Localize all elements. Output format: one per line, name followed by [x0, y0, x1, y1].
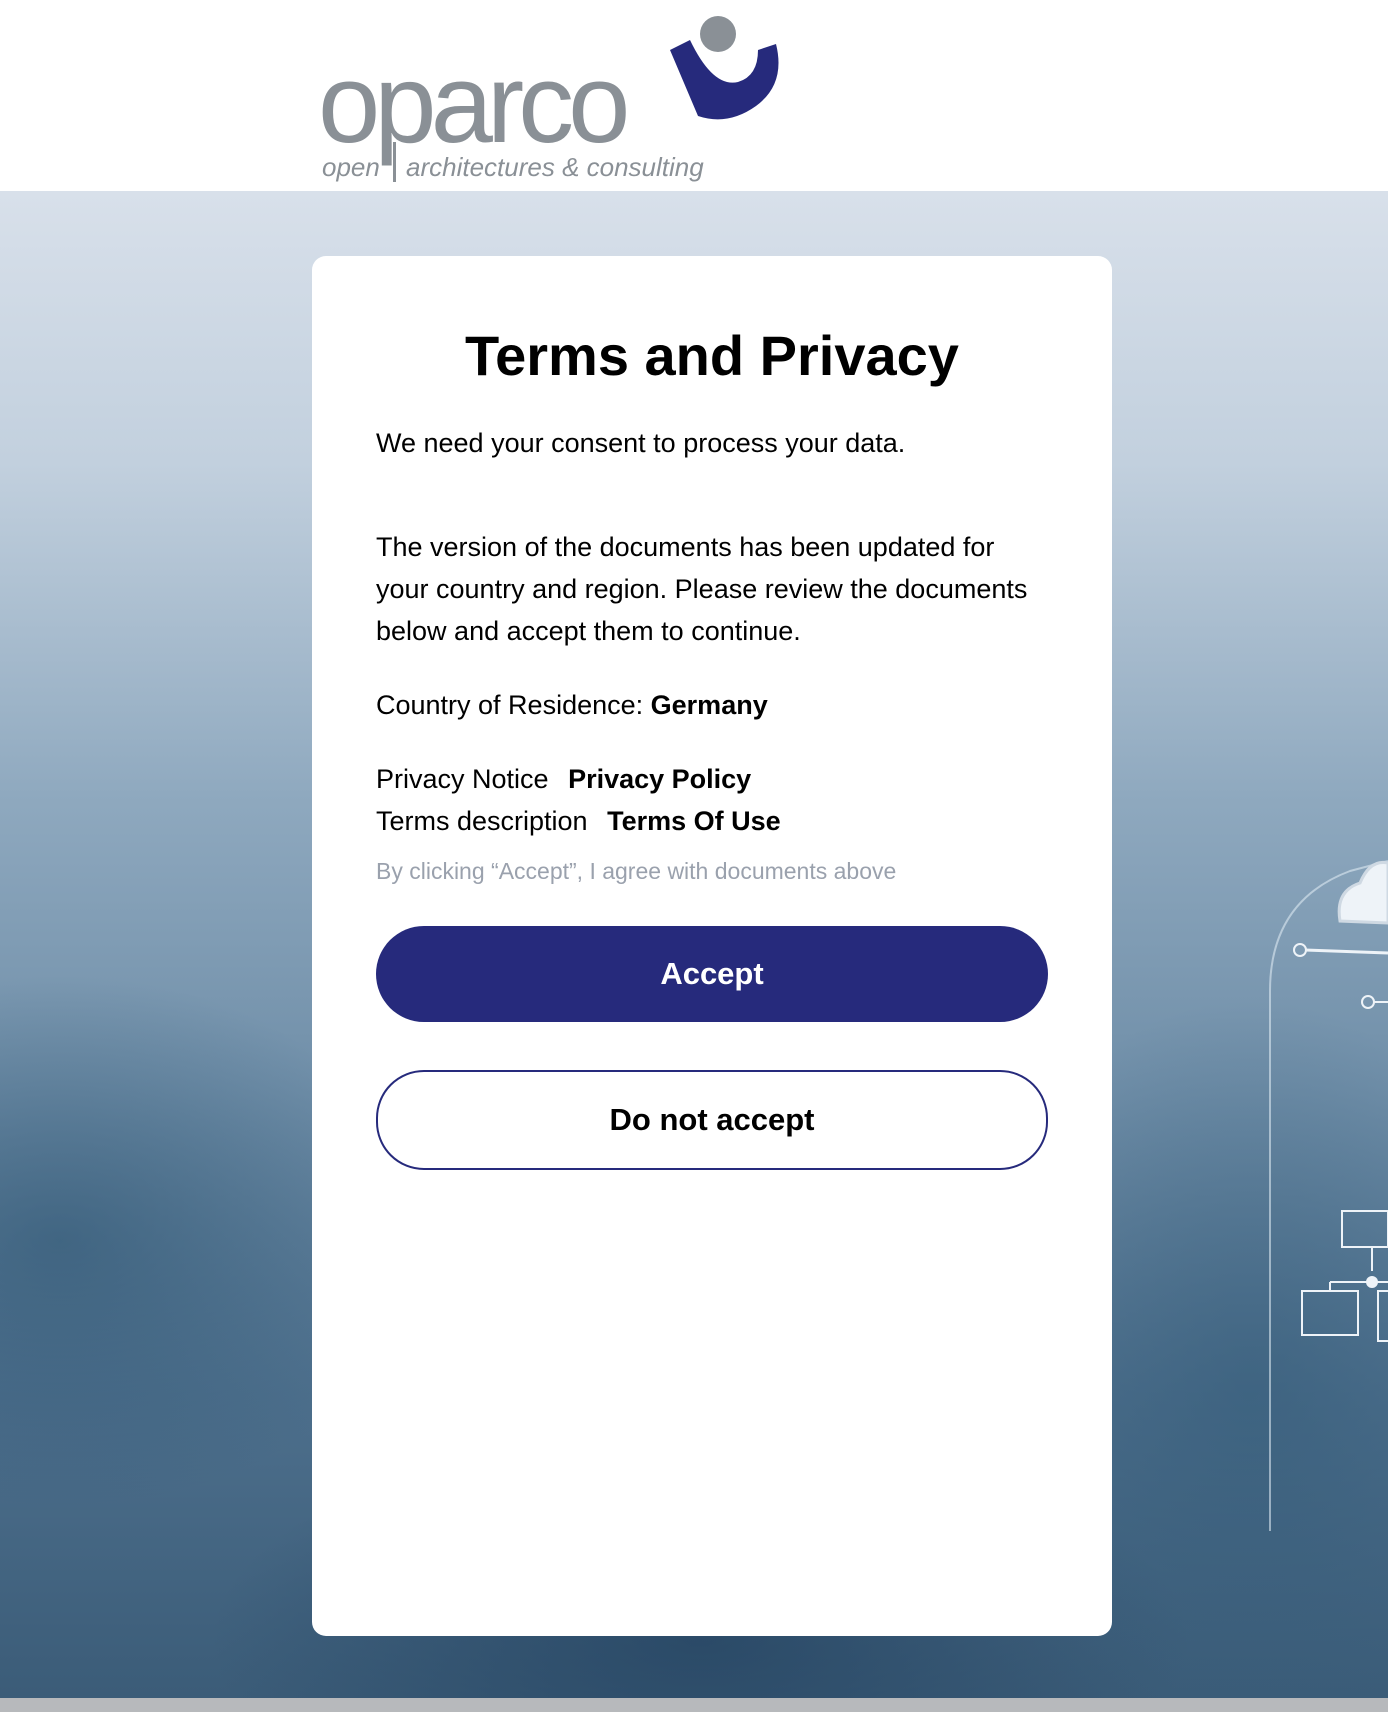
country-value: Germany: [650, 690, 768, 720]
document-row-terms: Terms description Terms Of Use: [376, 800, 1048, 842]
logo-wordmark: oparco: [318, 41, 626, 166]
document-row-privacy: Privacy Notice Privacy Policy: [376, 758, 1048, 800]
terms-description-label: Terms description: [376, 806, 588, 836]
dialog-body: We need your consent to process your dat…: [376, 422, 1048, 888]
version-notice-text: The version of the documents has been up…: [376, 532, 1028, 646]
privacy-policy-link[interactable]: Privacy Policy: [568, 764, 751, 794]
agreement-note: By clicking “Accept”, I agree with docum…: [376, 858, 897, 884]
terms-of-use-link[interactable]: Terms Of Use: [607, 806, 781, 836]
consent-dialog: Terms and Privacy We need your consent t…: [312, 256, 1112, 1636]
page-footer-bar: [0, 1698, 1388, 1712]
privacy-notice-label: Privacy Notice: [376, 764, 549, 794]
oparco-logo: oparco open architectures & consulting: [318, 10, 788, 185]
consent-intro-text: We need your consent to process your dat…: [376, 428, 906, 458]
oparco-logo-graphic: oparco open architectures & consulting: [318, 16, 779, 182]
country-label: Country of Residence:: [376, 690, 644, 720]
document-list: Privacy Notice Privacy Policy Terms desc…: [376, 758, 1048, 842]
network-illustration: [1269, 860, 1388, 1531]
country-of-residence: Country of Residence: Germany: [376, 684, 1048, 726]
dialog-title: Terms and Privacy: [465, 324, 959, 387]
logo-tagline-open: open: [322, 152, 380, 182]
page-header: oparco open architectures & consulting: [0, 0, 1388, 191]
do-not-accept-button[interactable]: Do not accept: [376, 1070, 1048, 1170]
accept-button[interactable]: Accept: [376, 926, 1048, 1022]
logo-tagline-rest: architectures & consulting: [406, 152, 704, 182]
